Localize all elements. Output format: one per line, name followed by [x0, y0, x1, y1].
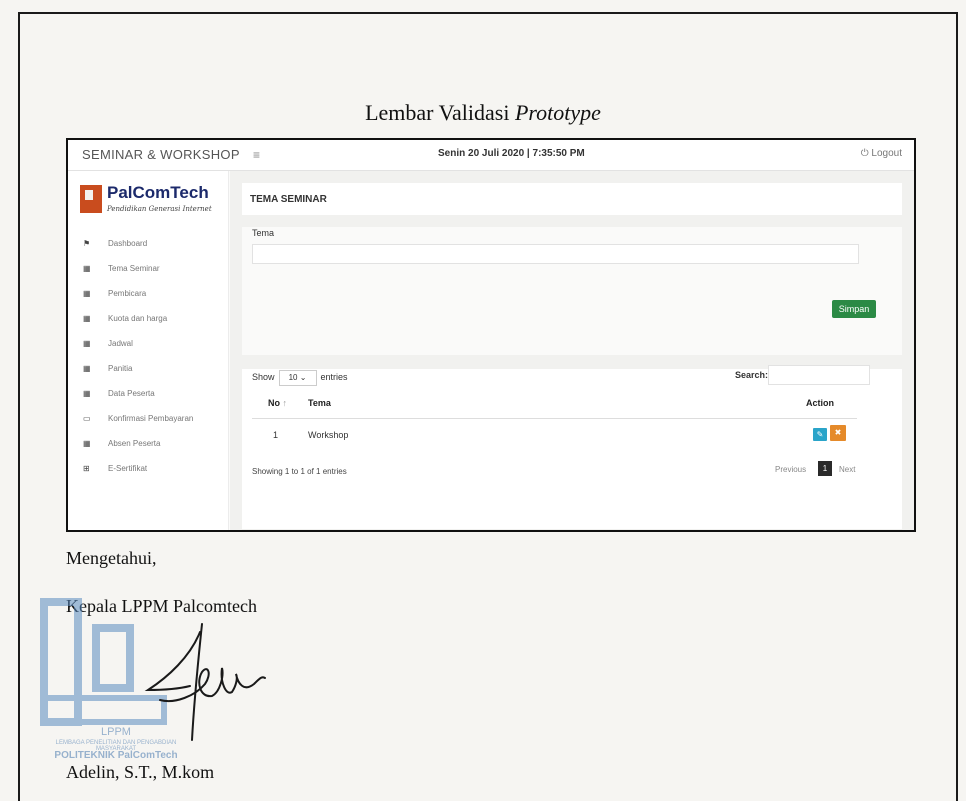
page-1-button[interactable]: 1: [818, 461, 832, 476]
edit-icon[interactable]: ✎: [813, 428, 827, 441]
calendar-icon: ▦: [83, 389, 91, 398]
sidebar-item-dashboard[interactable]: ⚑ Dashboard: [68, 233, 228, 258]
sidebar-item-label: Konfirmasi Pembayaran: [108, 414, 194, 423]
document-title: Lembar Validasi Prototype: [0, 100, 966, 126]
table-card: [242, 369, 902, 529]
column-header-action[interactable]: Action: [806, 398, 834, 408]
logo-tagline: Pendidikan Generasi Internet: [107, 205, 212, 213]
calendar-icon: ▦: [83, 314, 91, 323]
table-divider: [252, 418, 857, 419]
next-button[interactable]: Next: [839, 465, 855, 474]
tema-input[interactable]: [252, 244, 859, 264]
sidebar-item-label: Jadwal: [108, 339, 133, 348]
entries-value: 10: [288, 373, 298, 382]
calendar-icon: ▦: [83, 364, 91, 373]
power-icon: ⏻: [860, 148, 869, 159]
sidebar-item-label: E-Sertifikat: [108, 464, 148, 473]
chevron-down-icon: ⌄: [299, 373, 307, 382]
certificate-icon: ⊞: [83, 464, 90, 473]
logo-name: PalComTech: [107, 183, 209, 202]
row-tema: Workshop: [308, 430, 349, 440]
sidebar-item-e-sertifikat[interactable]: ⊞ E-Sertifikat: [68, 458, 228, 483]
entries-control: Show 10 ⌄ entries: [252, 370, 348, 386]
card-icon: ▭: [83, 414, 91, 423]
table-info: Showing 1 to 1 of 1 entries: [252, 467, 347, 476]
entries-select[interactable]: 10 ⌄: [278, 370, 317, 386]
dashboard-icon: ⚑: [83, 239, 91, 248]
column-header-tema[interactable]: Tema: [308, 398, 331, 408]
sidebar-item-pembicara[interactable]: ▦ Pembicara: [68, 283, 228, 308]
sidebar-item-absen-peserta[interactable]: ▦ Absen Peserta: [68, 433, 228, 458]
sidebar-item-tema-seminar[interactable]: ▦ Tema Seminar: [68, 258, 228, 283]
search-input[interactable]: [768, 365, 870, 385]
logout-button[interactable]: ⏻ Logout: [861, 148, 902, 159]
main-content: TEMA SEMINAR: [230, 171, 914, 530]
sidebar-item-label: Panitia: [108, 364, 133, 373]
save-button[interactable]: Simpan: [832, 300, 876, 318]
title-italic-text: Prototype: [514, 100, 601, 125]
tema-field-label: Tema: [252, 228, 275, 238]
calendar-icon: ▦: [83, 264, 91, 273]
logo-mark: [80, 185, 102, 213]
logout-label: Logout: [871, 148, 902, 159]
calendar-icon: ▦: [83, 439, 91, 448]
entries-label: entries: [320, 372, 348, 382]
sidebar-item-label: Kuota dan harga: [108, 314, 168, 323]
search-label: Search:: [735, 370, 769, 380]
previous-button[interactable]: Previous: [775, 465, 806, 474]
row-no: 1: [273, 430, 279, 440]
sidebar-item-panitia[interactable]: ▦ Panitia: [68, 358, 228, 383]
app-screenshot: SEMINAR & WORKSHOP ≡ Senin 20 Juli 2020 …: [66, 138, 916, 532]
column-label: No: [268, 398, 280, 408]
column-header-no[interactable]: No ↑: [268, 398, 287, 408]
signer-name: Adelin, S.T., M.kom: [66, 762, 215, 782]
handwritten-signature: [144, 623, 266, 741]
sidebar-item-label: Absen Peserta: [108, 439, 161, 448]
section-header: TEMA SEMINAR: [242, 183, 902, 215]
top-bar: SEMINAR & WORKSHOP ≡ Senin 20 Juli 2020 …: [68, 140, 914, 171]
page-title: TEMA SEMINAR: [250, 194, 327, 205]
sidebar-menu: ⚑ Dashboard ▦ Tema Seminar ▦ Pembicara ▦ Kuo…: [68, 233, 228, 483]
calendar-icon: ▦: [83, 339, 91, 348]
sidebar-item-konfirmasi-pembayaran[interactable]: ▭ Konfirmasi Pembayaran: [68, 408, 228, 433]
delete-icon[interactable]: ✖: [830, 425, 846, 441]
palcomtech-logo: PalComTech Pendidikan Generasi Internet: [80, 183, 220, 223]
datetime-display: Senin 20 Juli 2020 | 7:35:50 PM: [438, 148, 585, 159]
calendar-icon: ▦: [83, 289, 91, 298]
sidebar-item-label: Data Peserta: [108, 389, 155, 398]
stamp-line-3: POLITEKNIK PalComTech: [54, 750, 178, 761]
sidebar: PalComTech Pendidikan Generasi Internet …: [68, 171, 229, 530]
sidebar-item-label: Dashboard: [108, 239, 148, 248]
hamburger-icon[interactable]: ≡: [253, 148, 260, 162]
sidebar-item-label: Tema Seminar: [108, 264, 160, 273]
sidebar-item-kuota-dan-harga[interactable]: ▦ Kuota dan harga: [68, 308, 228, 333]
sort-icon: ↑: [282, 398, 288, 408]
show-label: Show: [252, 372, 275, 382]
title-text: Lembar Validasi: [365, 100, 510, 125]
sidebar-item-jadwal[interactable]: ▦ Jadwal: [68, 333, 228, 358]
acknowledge-text: Mengetahui,: [66, 548, 157, 568]
sidebar-item-label: Pembicara: [108, 289, 147, 298]
app-brand: SEMINAR & WORKSHOP: [82, 147, 240, 162]
sidebar-item-data-peserta[interactable]: ▦ Data Peserta: [68, 383, 228, 408]
